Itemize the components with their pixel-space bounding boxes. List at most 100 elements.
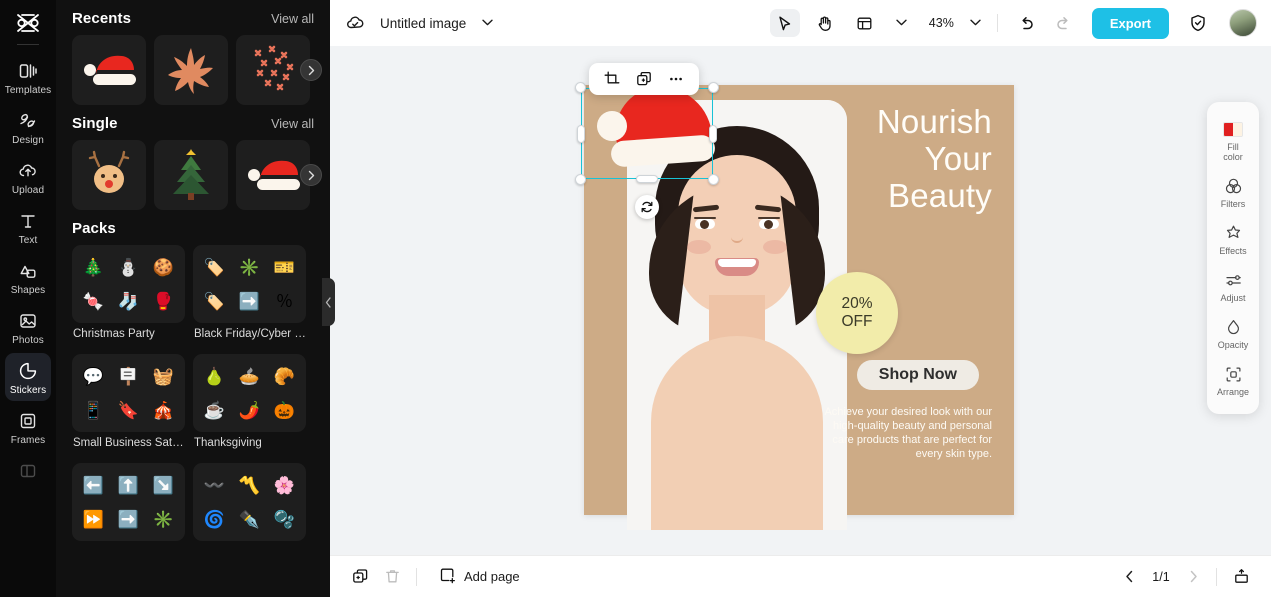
view-all-recents-link[interactable]: View all xyxy=(271,12,314,26)
recents-next-arrow[interactable] xyxy=(300,59,322,81)
sticker-thumb-santa-hat-2[interactable] xyxy=(236,140,310,210)
pack-glyph: 🎫 xyxy=(273,257,296,277)
cloud-saved-icon[interactable] xyxy=(344,12,366,34)
recents-thumb-row xyxy=(72,35,322,105)
more-horizontal-icon[interactable] xyxy=(663,67,689,91)
duplicate-layer-icon[interactable] xyxy=(631,67,657,91)
mouth-shape xyxy=(715,258,759,276)
layout-chevron-down-icon[interactable] xyxy=(896,18,907,29)
pack-glyph: 🌀 xyxy=(203,509,226,529)
pack-glyph: 🔖 xyxy=(117,400,140,420)
opacity-droplet-icon xyxy=(1223,317,1243,337)
layout-tool-button[interactable] xyxy=(850,9,880,37)
more-panels-icon xyxy=(17,460,39,482)
effects-button[interactable]: Effects xyxy=(1207,216,1259,263)
resize-handle-bottom-left[interactable] xyxy=(575,174,586,185)
pack-item[interactable]: 〰️ 〽️ 🌸 🌀 ✒️ 🫧 xyxy=(193,463,306,541)
poster-headline[interactable]: Nourish Your Beauty xyxy=(742,103,992,214)
pack-glyph: ✳️ xyxy=(152,509,175,529)
sidebar-item-more[interactable] xyxy=(5,453,51,487)
zoom-chevron-down-icon[interactable] xyxy=(970,18,981,29)
page-indicator: 1/1 xyxy=(1152,569,1170,584)
photos-icon xyxy=(17,310,39,332)
pack-item[interactable]: 💬 🪧 🧺 📱 🔖 🎪 Small Business Saturd... xyxy=(72,354,185,455)
pack-item[interactable]: 🏷️ ✳️ 🎫 🏷️ ➡️ ％ Black Friday/Cyber M... xyxy=(193,245,306,346)
sticker-thumb-santa-hat[interactable] xyxy=(72,35,146,105)
opacity-button[interactable]: Opacity xyxy=(1207,310,1259,357)
resize-handle-top-left[interactable] xyxy=(575,82,586,93)
resize-handle-top-right[interactable] xyxy=(708,82,719,93)
packs-grid: 🎄 ⛄ 🍪 🍬 🧦 🥊 Christmas Party 🏷️ ✳️ 🎫 🏷️ ➡… xyxy=(72,245,314,541)
filters-button[interactable]: Filters xyxy=(1207,169,1259,216)
left-tool-rail: Templates Design Upload Text Shapes Phot… xyxy=(0,0,56,597)
shield-check-icon[interactable] xyxy=(1185,10,1211,36)
chevron-down-icon[interactable] xyxy=(482,18,493,29)
shop-now-button[interactable]: Shop Now xyxy=(856,360,979,390)
rotate-handle-icon[interactable] xyxy=(635,195,659,219)
sidebar-item-upload[interactable]: Upload xyxy=(5,153,51,201)
pack-glyph: 〰️ xyxy=(203,475,226,495)
canvas-area[interactable]: Nourish Your Beauty 20% OFF Shop Now Ach… xyxy=(330,46,1271,555)
view-all-single-link[interactable]: View all xyxy=(271,117,314,131)
duplicate-page-icon[interactable] xyxy=(346,564,374,590)
resize-handle-bottom-center[interactable] xyxy=(636,175,658,183)
sidebar-item-design[interactable]: Design xyxy=(5,103,51,151)
pack-item[interactable]: 🎄 ⛄ 🍪 🍬 🧦 🥊 Christmas Party xyxy=(72,245,185,346)
undo-button[interactable] xyxy=(1014,10,1040,36)
pack-glyph: 🧺 xyxy=(152,366,175,386)
section-header-packs: Packs xyxy=(72,210,314,245)
text-t-icon xyxy=(17,210,39,232)
pack-glyph: 💬 xyxy=(82,366,105,386)
sticker-thumb-maple-leaf[interactable] xyxy=(154,35,228,105)
single-next-arrow[interactable] xyxy=(300,164,322,186)
pack-glyph: 📱 xyxy=(82,400,105,420)
sidebar-item-stickers[interactable]: Stickers xyxy=(5,353,51,401)
filters-icon xyxy=(1223,176,1243,196)
opacity-label: Opacity xyxy=(1217,340,1249,350)
fill-color-button[interactable]: Fill color xyxy=(1207,112,1259,169)
sidebar-item-templates[interactable]: Templates xyxy=(5,53,51,101)
adjust-button[interactable]: Adjust xyxy=(1207,263,1259,310)
selection-wrapper[interactable] xyxy=(575,82,719,219)
resize-handle-bottom-right[interactable] xyxy=(708,174,719,185)
add-page-button[interactable]: Add page xyxy=(439,567,520,587)
user-avatar[interactable] xyxy=(1229,9,1257,37)
sidebar-item-text[interactable]: Text xyxy=(5,203,51,251)
poster-body-text[interactable]: Achieve your desired look with our high-… xyxy=(817,405,992,461)
sidebar-item-photos[interactable]: Photos xyxy=(5,303,51,351)
redo-button[interactable] xyxy=(1050,10,1076,36)
effects-star-icon xyxy=(1223,223,1243,243)
pack-item[interactable]: ⬅️ ⬆️ ↘️ ⏩ ➡️ ✳️ xyxy=(72,463,185,541)
sidebar-item-label: Photos xyxy=(12,335,44,346)
pack-glyph: ✒️ xyxy=(238,509,261,529)
capcut-logo-icon[interactable] xyxy=(8,6,48,40)
export-button[interactable]: Export xyxy=(1091,7,1169,39)
sidebar-item-frames[interactable]: Frames xyxy=(5,403,51,451)
toolbar-divider xyxy=(996,14,998,32)
sticker-thumb-reindeer[interactable] xyxy=(72,140,146,210)
hand-pan-tool-button[interactable] xyxy=(810,9,840,37)
resize-handle-middle-right[interactable] xyxy=(709,124,717,143)
select-tool-button[interactable] xyxy=(769,9,800,37)
next-page-button[interactable] xyxy=(1180,564,1206,590)
pack-item[interactable]: 🍐 🥧 🥐 ☕ 🌶️ 🎃 Thanksgiving xyxy=(193,354,306,455)
document-title[interactable]: Untitled image xyxy=(380,16,466,31)
sticker-thumb-x-confetti[interactable] xyxy=(236,35,310,105)
sidebar-item-shapes[interactable]: Shapes xyxy=(5,253,51,301)
arrange-button[interactable]: Arrange xyxy=(1207,357,1259,404)
sticker-thumb-christmas-tree[interactable] xyxy=(154,140,228,210)
resize-handle-middle-left[interactable] xyxy=(577,124,585,143)
prev-page-button[interactable] xyxy=(1116,564,1142,590)
delete-page-button[interactable] xyxy=(378,564,406,590)
adjust-sliders-icon xyxy=(1223,270,1243,290)
panel-collapse-handle[interactable] xyxy=(322,278,335,326)
cheek-left xyxy=(687,240,711,254)
crop-icon[interactable] xyxy=(599,67,625,91)
filters-label: Filters xyxy=(1220,199,1246,209)
export-image-icon[interactable] xyxy=(1227,564,1255,590)
zoom-level-value[interactable]: 43% xyxy=(929,16,954,30)
cheek-right xyxy=(763,240,787,254)
discount-badge[interactable]: 20% OFF xyxy=(816,272,898,354)
stickers-panel: Recents View all Single View all Packs 🎄… xyxy=(56,0,330,597)
main-area: Untitled image 43% Export Nourish Your B… xyxy=(330,0,1271,597)
